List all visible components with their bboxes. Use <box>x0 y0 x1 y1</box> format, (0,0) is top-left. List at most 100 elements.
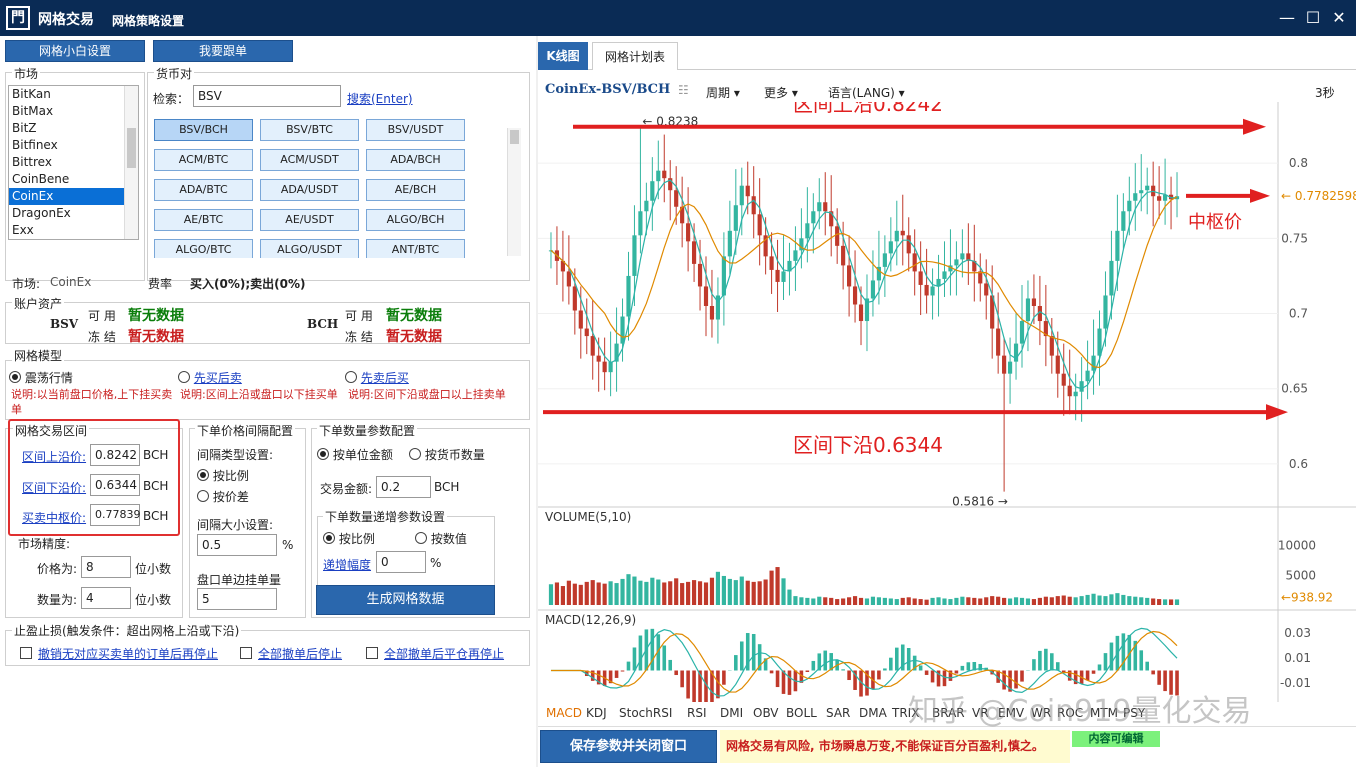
list-icon[interactable]: ☷ <box>678 83 689 97</box>
upper-price-label[interactable]: 区间上沿价: <box>22 448 86 465</box>
indicator-tab[interactable]: DMA <box>859 706 887 720</box>
candle-body <box>1019 321 1025 344</box>
lower-price-input[interactable]: 0.6344 <box>90 474 140 496</box>
volume-bar <box>1097 595 1102 605</box>
market-list-item[interactable]: DragonEx <box>9 205 138 222</box>
minimize-icon[interactable]: — <box>1276 8 1298 28</box>
interval-ratio-option[interactable]: 按比例 <box>197 467 249 484</box>
indicator-tab[interactable]: MTM <box>1090 706 1118 720</box>
indicator-tab[interactable]: MACD <box>546 706 582 720</box>
indicator-tab[interactable]: StochRSI <box>619 706 672 720</box>
kline-chart[interactable]: 0.80.750.70.650.6← 0.82380.5816 →区间上沿0.8… <box>538 102 1356 702</box>
market-scrollbar[interactable] <box>124 86 138 239</box>
pair-button[interactable]: ANT/BTC <box>366 239 465 258</box>
indicator-tab[interactable]: DMI <box>720 706 743 720</box>
pair-button[interactable]: BSV/USDT <box>366 119 465 141</box>
indicator-tab[interactable]: OBV <box>753 706 779 720</box>
market-list-item[interactable]: CoinBene <box>9 171 138 188</box>
tab-grid-plan[interactable]: 网格计划表 <box>592 42 678 70</box>
market-list[interactable]: BitKan BitMax BitZ Bitfinex Bittrex CoinBene C… <box>8 85 139 240</box>
newbie-settings-button[interactable]: 网格小白设置 <box>5 40 145 62</box>
model-option-buy-first[interactable]: 先买后卖 <box>178 369 242 386</box>
maximize-icon[interactable]: ☐ <box>1302 8 1324 28</box>
volume-bar <box>954 597 959 605</box>
save-close-button[interactable]: 保存参数并关闭窗口 <box>540 730 717 763</box>
lower-unit: BCH <box>143 479 169 493</box>
stop-check-2[interactable] <box>240 647 252 659</box>
amount-input[interactable]: 0.2 <box>376 476 431 498</box>
indicator-tab[interactable]: ROC <box>1057 706 1083 720</box>
price-precision-input[interactable]: 8 <box>81 556 131 578</box>
pair-button[interactable]: ADA/BCH <box>366 149 465 171</box>
pair-button[interactable]: ACM/BTC <box>154 149 253 171</box>
indicator-tab[interactable]: TRIX <box>892 706 919 720</box>
lower-price-label[interactable]: 区间下沿价: <box>22 479 86 496</box>
inc-ratio-option[interactable]: 按比例 <box>323 530 375 547</box>
stop-check-1[interactable] <box>20 647 32 659</box>
close-icon[interactable]: ✕ <box>1328 8 1350 28</box>
interval-diff-option[interactable]: 按价差 <box>197 488 249 505</box>
indicator-tab[interactable]: BOLL <box>786 706 817 720</box>
candle-body <box>847 265 852 287</box>
qty-by-amount-option[interactable]: 按单位金额 <box>317 446 393 463</box>
stop-check-3[interactable] <box>366 647 378 659</box>
volume-bar <box>870 596 876 605</box>
pair-button[interactable]: ADA/USDT <box>260 179 359 201</box>
pair-button[interactable]: BSV/BCH <box>154 119 253 141</box>
period-dropdown[interactable]: 周期 ▾ <box>706 84 740 101</box>
generate-grid-button[interactable]: 生成网格数据 <box>316 585 495 615</box>
pair-button[interactable]: AE/BTC <box>154 209 253 231</box>
stop-option-2[interactable]: 全部撤单后停止 <box>258 645 342 662</box>
pair-scrollbar[interactable] <box>507 128 521 256</box>
pair-button[interactable]: BSV/BTC <box>260 119 359 141</box>
market-list-item[interactable]: CoinEx <box>9 188 138 205</box>
model-option-sell-first[interactable]: 先卖后买 <box>345 369 409 386</box>
increment-label[interactable]: 递增幅度 <box>323 556 371 573</box>
pair-button[interactable]: ALGO/USDT <box>260 239 359 258</box>
market-list-item[interactable]: Bittrex <box>9 154 138 171</box>
indicator-tab[interactable]: WR <box>1031 706 1051 720</box>
frozen-value-2: 暂无数据 <box>386 329 442 345</box>
indicator-tab[interactable]: KDJ <box>586 706 607 720</box>
qty-by-coin-option[interactable]: 按货币数量 <box>409 446 485 463</box>
side-orders-input[interactable]: 5 <box>197 588 277 610</box>
macd-hist-bar <box>1175 670 1179 696</box>
upper-price-input[interactable]: 0.8242 <box>90 444 140 466</box>
increment-input[interactable]: 0 <box>376 551 426 573</box>
pair-button[interactable]: ACM/USDT <box>260 149 359 171</box>
volume-bar <box>1037 597 1042 605</box>
indicator-tab[interactable]: SAR <box>826 706 850 720</box>
market-list-item[interactable]: Bitfinex <box>9 137 138 154</box>
market-list-item[interactable]: Exx <box>9 222 138 239</box>
inc-value-option[interactable]: 按数值 <box>415 530 467 547</box>
indicator-tab[interactable]: BRAR <box>932 706 965 720</box>
precision-title: 市场精度: <box>18 537 71 551</box>
pair-button[interactable]: AE/USDT <box>260 209 359 231</box>
follow-order-button[interactable]: 我要跟单 <box>153 40 293 62</box>
indicator-tab[interactable]: VR <box>972 706 989 720</box>
pair-button[interactable]: ADA/BTC <box>154 179 253 201</box>
pair-button[interactable]: ALGO/BCH <box>366 209 465 231</box>
stop-option-3[interactable]: 全部撤单后平仓再停止 <box>384 645 504 662</box>
indicator-tab[interactable]: PSY <box>1123 706 1145 720</box>
search-link[interactable]: 搜索(Enter) <box>347 90 413 107</box>
more-dropdown[interactable]: 更多 ▾ <box>764 84 798 101</box>
interval-size-input[interactable]: 0.5 <box>197 534 277 556</box>
volume-bar <box>817 596 822 605</box>
pair-button[interactable]: AE/BCH <box>366 179 465 201</box>
qty-precision-input[interactable]: 4 <box>81 587 131 609</box>
pair-search-input[interactable]: BSV <box>193 85 341 107</box>
lang-dropdown[interactable]: 语言(LANG) ▾ <box>828 84 905 101</box>
stop-option-1[interactable]: 撤销无对应买卖单的订单后再停止 <box>38 645 218 662</box>
mid-price-label[interactable]: 买卖中枢价: <box>22 509 86 526</box>
volume-bar <box>1043 596 1048 605</box>
model-option-range[interactable]: 震荡行情 <box>9 369 73 386</box>
indicator-tab[interactable]: RSI <box>687 706 707 720</box>
market-list-item[interactable]: BitKan <box>9 86 138 103</box>
tab-kline[interactable]: K线图 <box>538 42 588 70</box>
mid-price-input[interactable]: 0.77839 <box>90 504 141 526</box>
market-list-item[interactable]: BitZ <box>9 120 138 137</box>
pair-button[interactable]: ALGO/BTC <box>154 239 253 258</box>
indicator-tab[interactable]: EMV <box>998 706 1024 720</box>
market-list-item[interactable]: BitMax <box>9 103 138 120</box>
